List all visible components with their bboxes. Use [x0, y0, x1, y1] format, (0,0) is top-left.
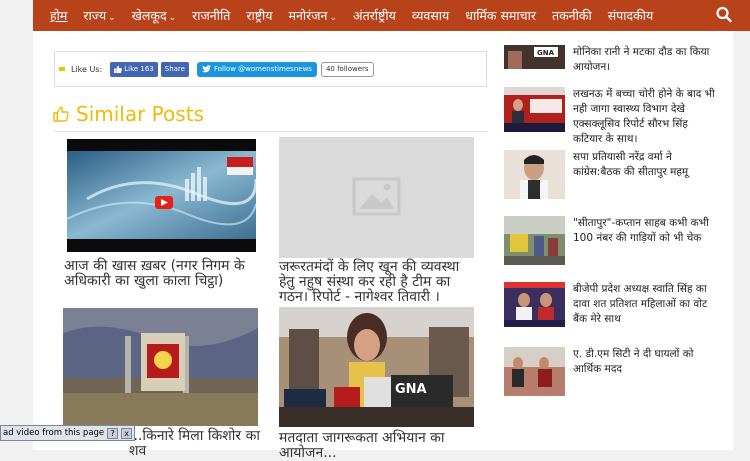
sidebar-news-item[interactable]: सपा प्रतियासी नरेंद्र वर्मा ने कांग्रेस:… [504, 150, 716, 199]
chevron-down-icon: ⌄ [329, 13, 338, 23]
twitter-follow-button[interactable]: Follow @womenstimesnews [196, 61, 317, 77]
facebook-like-button[interactable]: Like 163 [110, 61, 158, 77]
sidebar-news-item[interactable]: लखनऊ में बच्चा चोरी होने के बाद भी नही ज… [504, 87, 716, 147]
twitter-bird-icon [201, 65, 211, 73]
nav-item-rajneeti[interactable]: राजनीति [184, 0, 238, 31]
help-button[interactable]: ? [107, 427, 119, 439]
nav-item-khelkood[interactable]: खेलकूद ⌄ [124, 0, 185, 31]
thumbs-up-icon [114, 65, 123, 73]
sidebar-news-text: सपा प्रतियासी नरेंद्र वर्मा ने कांग्रेस:… [573, 151, 689, 178]
nav-item-takniki[interactable]: तकनीकी [544, 0, 600, 31]
nav-item-antarrashtriya[interactable]: अंतर्राष्ट्रीय [345, 0, 404, 31]
sidebar-news-text: लखनऊ में बच्चा चोरी होने के बाद भी नही ज… [573, 88, 715, 145]
sidebar-news-item[interactable]: "सीतापुर"-कप्तान साहब कभी कभी 100 नंबर क… [504, 216, 716, 265]
social-share-bar: Like Us: Like 163 Share Follow @womensti… [54, 51, 487, 87]
nav-item-sampadakiya[interactable]: संपादकीय [600, 0, 662, 31]
sidebar-news-text: "सीतापुर"-कप्तान साहब कभी कभी 100 नंबर क… [573, 217, 709, 244]
twitter-follower-count: 40 followers [320, 61, 374, 77]
chevron-down-icon: ⌄ [108, 13, 116, 23]
search-icon[interactable] [716, 6, 732, 24]
top-navigation: होम राज्य ⌄ खेलकूद ⌄ राजनीति राष्ट्रीय मनो… [33, 0, 750, 31]
svg-text:GNA: GNA [395, 382, 427, 397]
nav-item-vyavsay[interactable]: व्यवसाय [404, 0, 457, 31]
close-button[interactable]: x [121, 427, 133, 439]
thumbs-up-icon [53, 106, 69, 122]
news-thumbnail: GNA [504, 45, 565, 69]
sidebar-news-item[interactable]: बीजेपी प्रदेश अध्यक्ष स्वाति सिंह का दाव… [504, 282, 716, 327]
scrollbar-track[interactable] [733, 31, 750, 450]
similar-posts-title: Similar Posts [76, 102, 204, 126]
chevron-down-icon: ⌄ [168, 13, 177, 23]
nav-item-home[interactable]: होम [33, 0, 75, 31]
nav-item-manoranjan[interactable]: मनोरंजन ⌄ [280, 0, 345, 31]
nav-item-dharmik[interactable]: धार्मिक समाचार [457, 0, 544, 31]
post-caption[interactable]: जरूरतमंदों के लिए खून की व्यवस्था हेतु न… [279, 260, 479, 305]
news-thumbnail [504, 87, 565, 132]
tooltip-text: ad video from this page [3, 428, 105, 438]
news-thumbnail [504, 347, 565, 396]
post-thumbnail-photo[interactable]: GNA [279, 307, 474, 427]
sidebar-news-text: मोनिका रानी ने मटका दौड का किया आयोजन। [573, 46, 710, 73]
facebook-share-button[interactable]: Share [160, 61, 189, 77]
sidebar-news-text: बीजेपी प्रदेश अध्यक्ष स्वाति सिंह का दाव… [573, 283, 708, 325]
page-content: Like Us: Like 163 Share Follow @womensti… [33, 31, 750, 461]
like-us-label: Like Us: [71, 64, 103, 74]
nav-item-rajya[interactable]: राज्य ⌄ [75, 0, 123, 31]
post-caption[interactable]: मतदाता जागरूकता अभियान का आयोजन... [279, 431, 479, 461]
similar-posts-heading: Similar Posts [53, 101, 204, 127]
news-thumbnail [504, 282, 565, 327]
post-caption[interactable]: ...किनारे मिला किशोर का शव [129, 429, 269, 459]
post-thumbnail-photo[interactable] [63, 308, 258, 426]
sidebar-news-text: ए. डी.एम सिटी ने दी घायलों को आर्थिक मदद [573, 348, 694, 375]
video-ad-tooltip[interactable]: ad video from this page ? x [0, 425, 136, 441]
post-caption[interactable]: आज की खास ख़बर (नगर निगम के अधिकारी का ख… [64, 259, 264, 289]
section-divider [53, 131, 488, 132]
svg-text:GNA: GNA [537, 49, 555, 57]
sidebar-news-item[interactable]: ए. डी.एम सिटी ने दी घायलों को आर्थिक मदद [504, 347, 716, 396]
bullet-marker [59, 67, 65, 71]
post-thumbnail-placeholder[interactable] [279, 137, 474, 258]
post-thumbnail-video[interactable] [67, 139, 256, 252]
news-thumbnail [504, 150, 565, 199]
news-thumbnail [504, 216, 565, 265]
nav-item-rashtriya[interactable]: राष्ट्रीय [238, 0, 280, 31]
sidebar-news-item[interactable]: GNA मोनिका रानी ने मटका दौड का किया आयोज… [504, 45, 716, 75]
